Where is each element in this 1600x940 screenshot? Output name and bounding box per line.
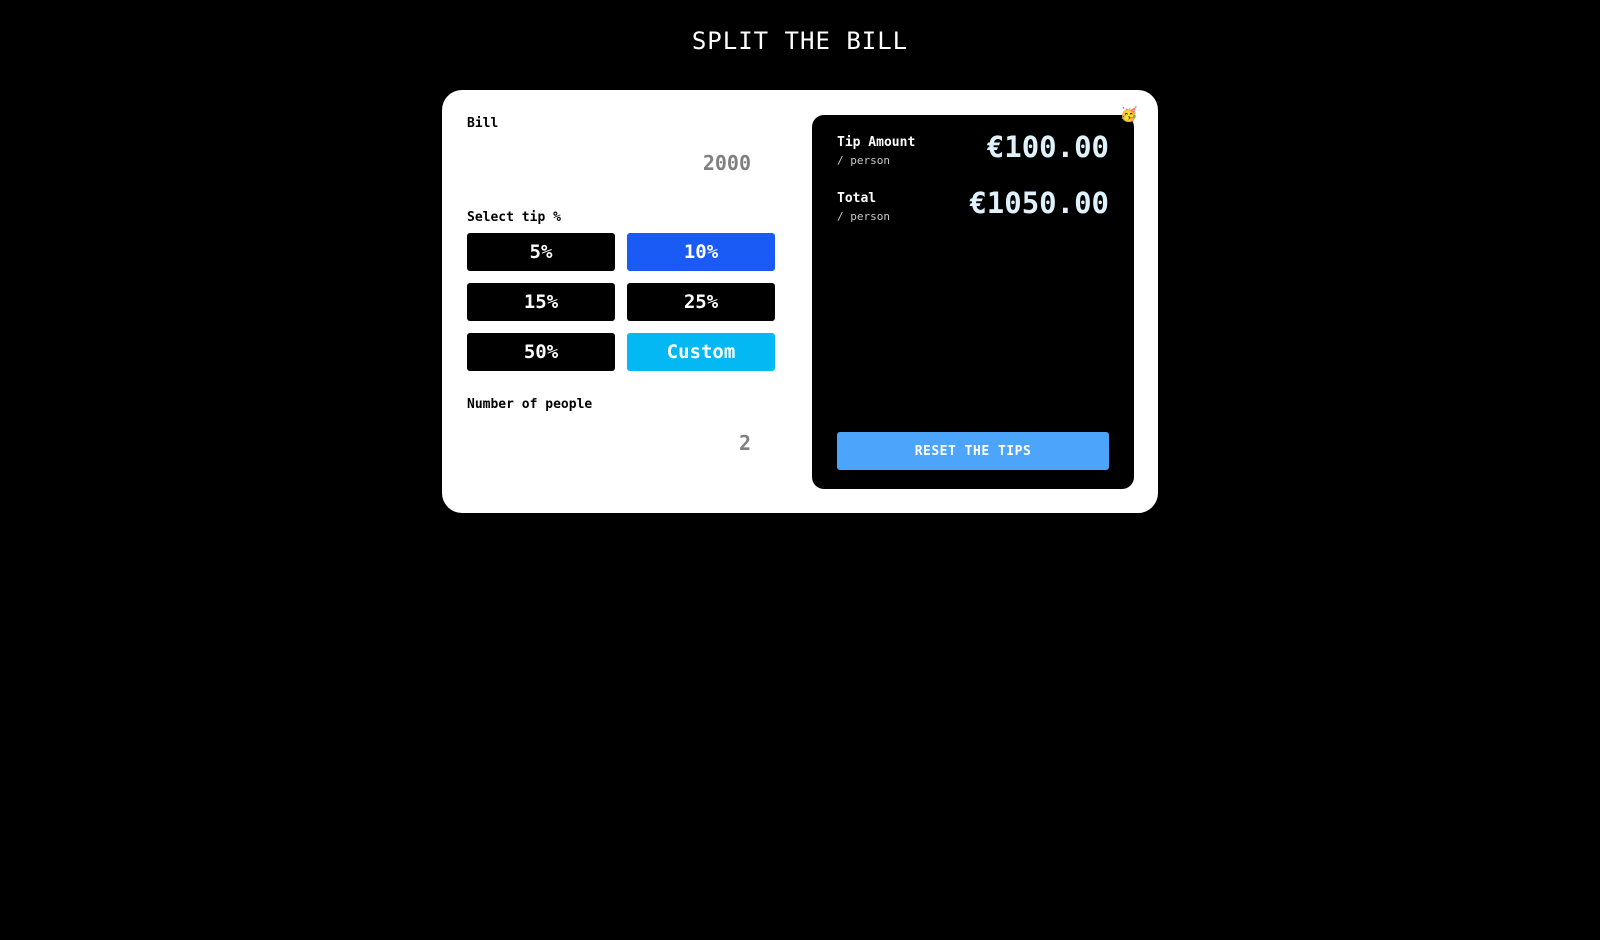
tip-50-button[interactable]: 50% [467,333,615,371]
total-per-person: / person [837,210,890,223]
tip-15-button[interactable]: 15% [467,283,615,321]
party-face-icon: 🥳 [1120,107,1138,123]
total-value: €1050.00 [969,186,1109,220]
tip-25-button[interactable]: 25% [627,283,775,321]
tip-amount-label: Tip Amount [837,135,916,150]
tip-custom-button[interactable]: Custom [627,333,775,371]
tip-10-button[interactable]: 10% [627,233,775,271]
bill-input[interactable] [467,145,763,181]
people-input[interactable] [467,425,763,461]
bill-label: Bill [467,116,499,131]
tip-options: 5% 10% 15% 25% 50% Custom [467,233,775,371]
app-title: SPLIT THE BILL [691,27,909,55]
people-label: Number of people [467,397,593,412]
total-label: Total [837,191,877,206]
select-tip-label: Select tip % [467,210,561,225]
calculator-card: Bill Select tip % 5% 10% 15% 25% 50% Cus… [442,90,1158,513]
tip-amount-value: €100.00 [986,130,1109,164]
tip-5-button[interactable]: 5% [467,233,615,271]
tip-amount-per-person: / person [837,154,890,167]
result-panel: Tip Amount / person €100.00 Total / pers… [812,115,1134,489]
reset-button[interactable]: RESET THE TIPS [837,432,1109,470]
